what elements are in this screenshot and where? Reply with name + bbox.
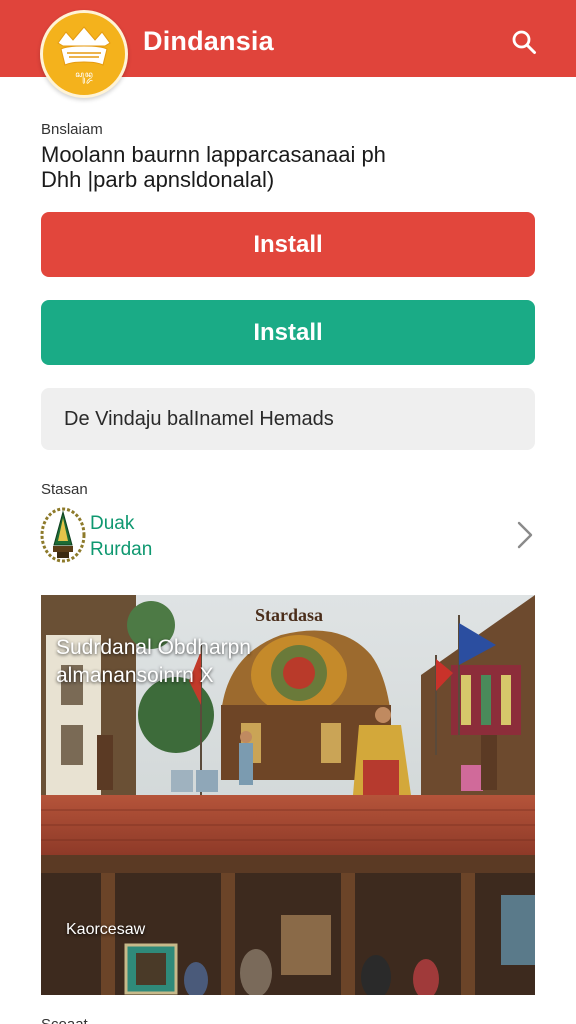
footer-label: Scoaat (41, 1016, 88, 1024)
logo-lettering: ꦱꦸꦤ꧀ꦢ (75, 70, 93, 84)
info-box-text: De Vindaju balInamel Hemads (64, 407, 334, 430)
photo-overlay-title: Sudrdanal Obdharpn almanansoinrn X (56, 634, 316, 690)
source-label: Stasan (41, 481, 88, 498)
install-secondary-button[interactable]: Install (41, 300, 535, 365)
source-name-line-1: Duak (90, 513, 135, 534)
description-text: Moolann baurnn lapparcasanaai ph Dhh |pa… (41, 142, 541, 192)
app-logo[interactable]: ꦱꦸꦤ꧀ꦢ (40, 10, 128, 98)
source-name: Duak Rurdan (90, 511, 152, 563)
source-name-line-2: Rurdan (90, 539, 153, 560)
chevron-right-icon[interactable] (513, 519, 537, 551)
photo-overlay-line-1: Sudrdanal Obdharpn (56, 636, 251, 659)
info-box[interactable]: De Vindaju balInamel Hemads (41, 388, 535, 450)
search-button[interactable] (506, 24, 542, 60)
wayang-emblem-icon (40, 507, 86, 563)
install-primary-button[interactable]: Install (41, 212, 535, 277)
search-icon (512, 30, 536, 54)
wayang-crown-logo-icon: ꦱꦸꦤ꧀ꦢ (57, 26, 111, 84)
description-line-2: Dhh |parb apnsldonalal) (41, 167, 275, 192)
photo-caption: Kaorcesaw (66, 921, 146, 938)
source-row[interactable]: Duak Rurdan (39, 503, 539, 567)
app-title: Dindansia (143, 26, 274, 56)
description-label: Bnslaiam (41, 121, 103, 138)
photo-overlay-line-2: almanansoinrn X (56, 664, 214, 687)
photo-sign-text: Stardasa (255, 605, 324, 625)
description-line-1: Moolann baurnn lapparcasanaai ph (41, 142, 386, 167)
cultural-photo[interactable]: Stardasa Sudrdanal Obdharpn almanansoinr… (41, 595, 535, 995)
